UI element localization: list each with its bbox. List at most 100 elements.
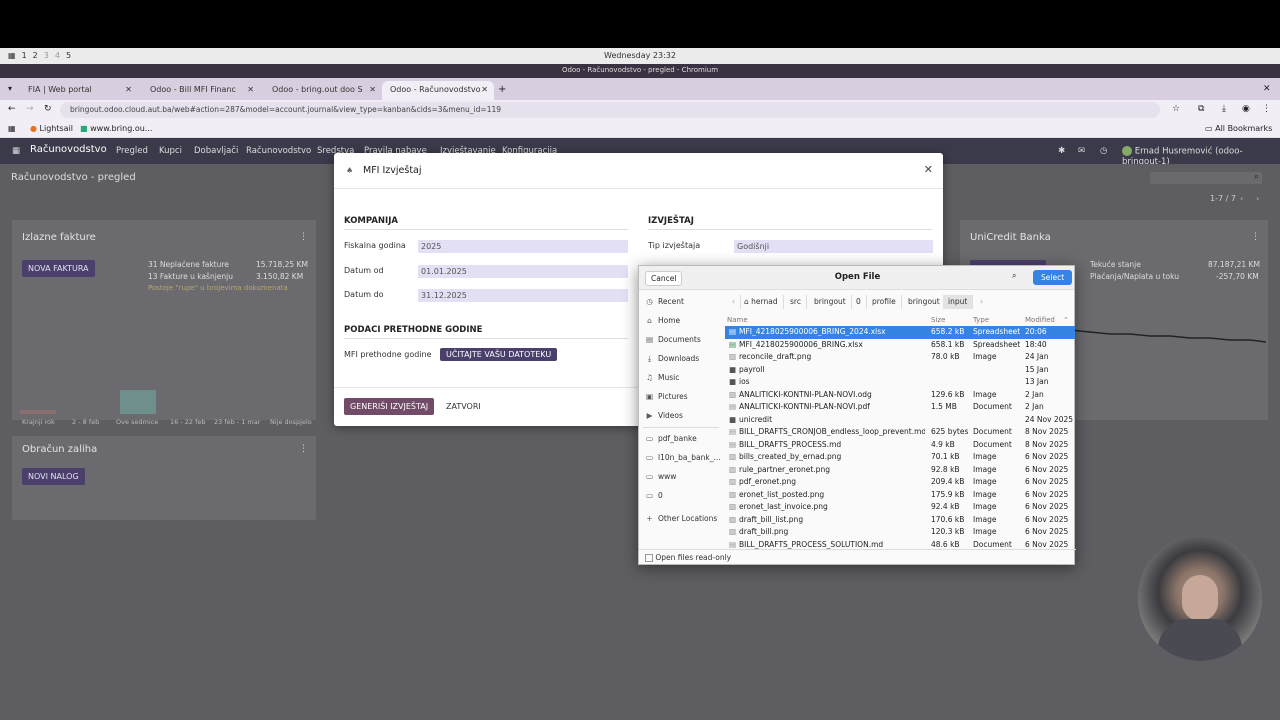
place-videos[interactable]: ▶ Videos bbox=[645, 411, 683, 420]
file-row[interactable]: ▨ reconcile_draft.png 78.0 kB Image 24 Jan bbox=[725, 351, 1075, 364]
nova-faktura-button[interactable]: NOVA FAKTURA bbox=[22, 260, 95, 277]
back-icon[interactable]: ← bbox=[8, 104, 16, 114]
menu-dobavljaci[interactable]: Dobavljači bbox=[194, 146, 238, 156]
path-src[interactable]: src bbox=[785, 295, 807, 309]
file-row[interactable]: ▤ BILL_DRAFTS_PROCESS.md 4.9 kB Document 8 N… bbox=[725, 439, 1075, 452]
card-title[interactable]: Izlazne fakture bbox=[22, 232, 96, 243]
forward-icon[interactable]: → bbox=[26, 104, 34, 114]
close-icon[interactable]: ✕ bbox=[247, 85, 254, 94]
bookmark-bring[interactable]: ■ www.bring.ou... bbox=[80, 124, 152, 133]
close-icon[interactable]: ✕ bbox=[924, 163, 933, 176]
tab-fia[interactable]: FIA | Web portal ✕ bbox=[20, 81, 138, 100]
tab-bill-mfi[interactable]: Odoo - Bill MFI Financ ✕ bbox=[142, 81, 260, 100]
file-row[interactable]: ▨ eronet_last_invoice.png 92.4 kB Image 6 No… bbox=[725, 501, 1075, 514]
bookmark-pdf-banke[interactable]: ▭ pdf_banke bbox=[645, 434, 697, 443]
app-menu-icon[interactable]: ▦ bbox=[12, 146, 20, 156]
pager-next-icon[interactable]: › bbox=[1256, 194, 1259, 203]
path-input[interactable]: input bbox=[943, 295, 974, 309]
place-downloads[interactable]: ⤓ Downloads bbox=[645, 354, 699, 364]
file-row[interactable]: ■ ios 13 Jan bbox=[725, 376, 1075, 389]
place-music[interactable]: ♫ Music bbox=[645, 373, 679, 382]
profile-icon[interactable]: ◉ bbox=[1242, 104, 1250, 114]
place-documents[interactable]: ▤ Documents bbox=[645, 335, 701, 344]
place-home[interactable]: ⌂ Home bbox=[645, 316, 680, 325]
file-row[interactable]: ▨ draft_bill.png 120.3 kB Image 6 Nov 2025 bbox=[725, 526, 1075, 539]
file-row[interactable]: ▤ MFI_4218025900006_BRING_2024.xlsx 658.2 … bbox=[725, 326, 1075, 339]
gaps-warning[interactable]: Postoje "rupe" u brojevima dokumenata bbox=[148, 284, 288, 292]
other-locations[interactable]: + Other Locations bbox=[645, 514, 717, 523]
path-hernad[interactable]: ⌂ hernad bbox=[739, 295, 784, 309]
path-profile[interactable]: profile bbox=[867, 295, 902, 309]
date-to-field[interactable]: 31.12.2025 bbox=[418, 289, 628, 302]
chat-icon[interactable]: ✉ bbox=[1078, 146, 1085, 156]
file-row[interactable]: ▨ rule_partner_eronet.png 92.8 kB Image 6 No… bbox=[725, 464, 1075, 477]
bookmark-l10n[interactable]: ▭ l10n_ba_bank_... bbox=[645, 453, 721, 462]
tab-racunovodstvo[interactable]: Odoo - Računovodstvo ✕ bbox=[382, 81, 494, 100]
star-icon[interactable]: ☆ bbox=[1172, 104, 1180, 114]
search-icon[interactable]: ⌕ bbox=[1254, 172, 1259, 182]
new-tab-icon[interactable]: + bbox=[498, 84, 506, 95]
pager-prev-icon[interactable]: ‹ bbox=[1240, 194, 1243, 203]
reload-icon[interactable]: ↻ bbox=[44, 104, 52, 114]
tab-list-icon[interactable]: ▾ bbox=[8, 84, 12, 93]
menu-icon[interactable]: ⋮ bbox=[1262, 104, 1271, 114]
bookmark-0[interactable]: ▭ 0 bbox=[645, 491, 663, 500]
file-row[interactable]: ▨ bills_created_by_ernad.png 70.1 kB Image 6… bbox=[725, 451, 1075, 464]
file-row[interactable]: ■ payroll 15 Jan bbox=[725, 364, 1075, 377]
select-button[interactable]: Select bbox=[1033, 270, 1073, 285]
col-modified[interactable]: Modified bbox=[1025, 316, 1055, 324]
file-row[interactable]: ▨ draft_bill_list.png 170.6 kB Image 6 Nov 2… bbox=[725, 514, 1075, 527]
system-clock[interactable]: Wednesday 23:32 bbox=[0, 51, 1280, 60]
card-title[interactable]: Obračun zaliha bbox=[22, 444, 97, 455]
fiscal-year-field[interactable]: 2025 bbox=[418, 240, 628, 253]
novi-nalog-button[interactable]: NOVI NALOG bbox=[22, 468, 85, 485]
col-type[interactable]: Type bbox=[973, 316, 989, 324]
file-row[interactable]: ▨ ANALITICKI-KONTNI-PLAN-NOVI.odg 129.6 kB… bbox=[725, 389, 1075, 402]
close-button[interactable]: ZATVORI bbox=[440, 398, 487, 415]
col-name[interactable]: Name bbox=[727, 316, 748, 324]
close-icon[interactable]: ✕ bbox=[125, 85, 132, 94]
downloads-icon[interactable]: ⤓ bbox=[1222, 104, 1226, 114]
kebab-icon[interactable]: ⋮ bbox=[299, 232, 308, 242]
place-recent[interactable]: ◷ Recent bbox=[645, 297, 684, 306]
file-row[interactable]: ▤ MFI_4218025900006_BRING.xlsx 658.1 kB Spr… bbox=[725, 339, 1075, 352]
kebab-icon[interactable]: ⋮ bbox=[299, 444, 308, 454]
menu-pregled[interactable]: Pregled bbox=[116, 146, 148, 156]
generate-report-button[interactable]: GENERIŠI IZVJEŠTAJ bbox=[344, 398, 435, 415]
file-row[interactable]: ▤ BILL_DRAFTS_CRONJOB_endless_loop_preven… bbox=[725, 426, 1075, 439]
upload-file-button[interactable]: UČITAJTE VAŠU DATOTEKU bbox=[440, 348, 558, 361]
tab-bringout[interactable]: Odoo - bring.out doo S ✕ bbox=[264, 81, 382, 100]
report-type-field[interactable]: Godišnji bbox=[734, 240, 933, 253]
url-input[interactable]: bringout.odoo.cloud.aut.ba/web#action=28… bbox=[60, 102, 1160, 118]
path-0[interactable]: 0 bbox=[851, 295, 867, 309]
kebab-icon[interactable]: ⋮ bbox=[1251, 232, 1260, 242]
close-icon[interactable]: ✕ bbox=[369, 85, 376, 94]
checkbox-box[interactable] bbox=[645, 554, 653, 562]
all-bookmarks[interactable]: ▭ All Bookmarks bbox=[1205, 124, 1272, 133]
file-row[interactable]: ▤ ANALITICKI-KONTNI-PLAN-NOVI.pdf 1.5 MB Do… bbox=[725, 401, 1075, 414]
search-icon[interactable]: ⌕ bbox=[1012, 271, 1016, 281]
close-icon[interactable]: ✕ bbox=[481, 85, 488, 94]
place-pictures[interactable]: ▣ Pictures bbox=[645, 392, 688, 401]
path-bringout-2[interactable]: bringout bbox=[903, 295, 946, 309]
stat-unpaid-label[interactable]: 31 Neplaćene fakture bbox=[148, 260, 229, 269]
activity-icon[interactable]: ◷ bbox=[1100, 146, 1107, 156]
path-forward-icon[interactable]: › bbox=[975, 295, 988, 309]
bookmark-lightsail[interactable]: ● Lightsail bbox=[30, 124, 73, 133]
file-row[interactable]: ▨ eronet_list_posted.png 175.9 kB Image 6 No… bbox=[725, 489, 1075, 502]
path-bringout[interactable]: bringout bbox=[809, 295, 852, 309]
menu-kupci[interactable]: Kupci bbox=[159, 146, 182, 156]
extensions-icon[interactable]: ⧉ bbox=[1198, 104, 1204, 114]
col-size[interactable]: Size bbox=[931, 316, 945, 324]
date-from-field[interactable]: 01.01.2025 bbox=[418, 265, 628, 278]
file-row[interactable]: ■ unicredit 24 Nov 2025 bbox=[725, 414, 1075, 427]
card-title[interactable]: UniCredit Banka bbox=[970, 232, 1051, 243]
file-row[interactable]: ▨ pdf_eronet.png 209.4 kB Image 6 Nov 2025 bbox=[725, 476, 1075, 489]
apps-icon[interactable]: ▦ bbox=[8, 124, 16, 133]
bug-icon[interactable]: ✱ bbox=[1058, 146, 1065, 156]
search-input[interactable]: ⌕ bbox=[1150, 172, 1262, 184]
window-close-icon[interactable]: ✕ bbox=[1263, 84, 1271, 94]
bookmark-www[interactable]: ▭ www bbox=[645, 472, 676, 481]
menu-racunovodstvo[interactable]: Računovodstvo bbox=[246, 146, 311, 156]
stat-late-label[interactable]: 13 Fakture u kašnjenju bbox=[148, 272, 233, 281]
